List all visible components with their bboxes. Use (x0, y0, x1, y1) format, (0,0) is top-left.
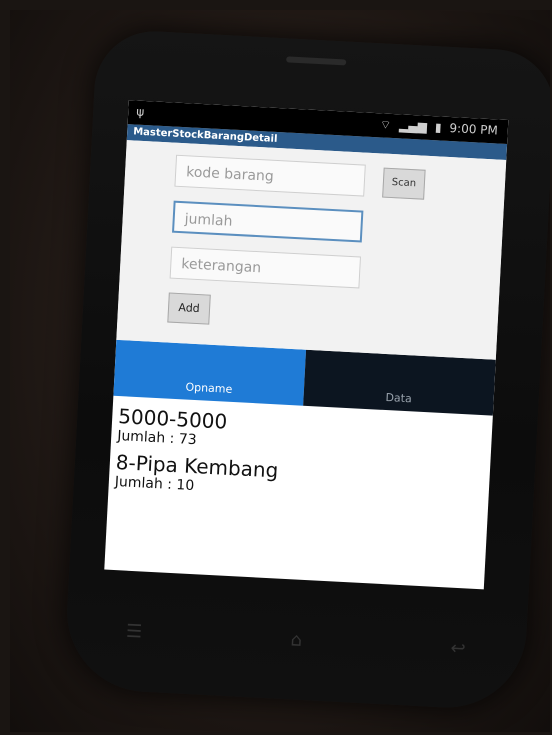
wifi-icon: ⌔ (379, 117, 392, 132)
battery-icon: ▮ (434, 120, 442, 135)
tab-data[interactable]: Data (303, 349, 496, 416)
android-nav-bar: ☰ ⌂ ↩ (125, 611, 467, 669)
input-form: kode barang Scan jumlah keterangan Add (116, 140, 507, 360)
phone-speaker (286, 56, 347, 66)
add-button[interactable]: Add (167, 292, 211, 325)
phone-device: ψ ⌔ ▂▄▆ ▮ 9:00 PM MasterStockBarangDetai… (63, 28, 550, 712)
status-icons: ⌔ ▂▄▆ ▮ 9:00 PM (380, 117, 499, 138)
photo-frame: ψ ⌔ ▂▄▆ ▮ 9:00 PM MasterStockBarangDetai… (10, 10, 550, 732)
kode-barang-input[interactable]: kode barang (174, 154, 366, 197)
home-icon[interactable]: ⌂ (290, 629, 303, 651)
keterangan-input[interactable]: keterangan (169, 246, 362, 289)
status-time: 9:00 PM (449, 120, 499, 138)
back-icon[interactable]: ↩ (450, 637, 466, 659)
signal-icon: ▂▄▆ (398, 118, 428, 134)
tab-opname[interactable]: Opname (113, 339, 307, 406)
phone-screen: ψ ⌔ ▂▄▆ ▮ 9:00 PM MasterStockBarangDetai… (104, 100, 509, 590)
usb-icon: ψ (135, 104, 145, 119)
jumlah-input[interactable]: jumlah (172, 200, 364, 243)
menu-icon[interactable]: ☰ (126, 620, 143, 642)
stock-list: 5000-5000 Jumlah : 73 8-Pipa Kembang Jum… (108, 396, 493, 524)
scan-button[interactable]: Scan (382, 167, 426, 200)
